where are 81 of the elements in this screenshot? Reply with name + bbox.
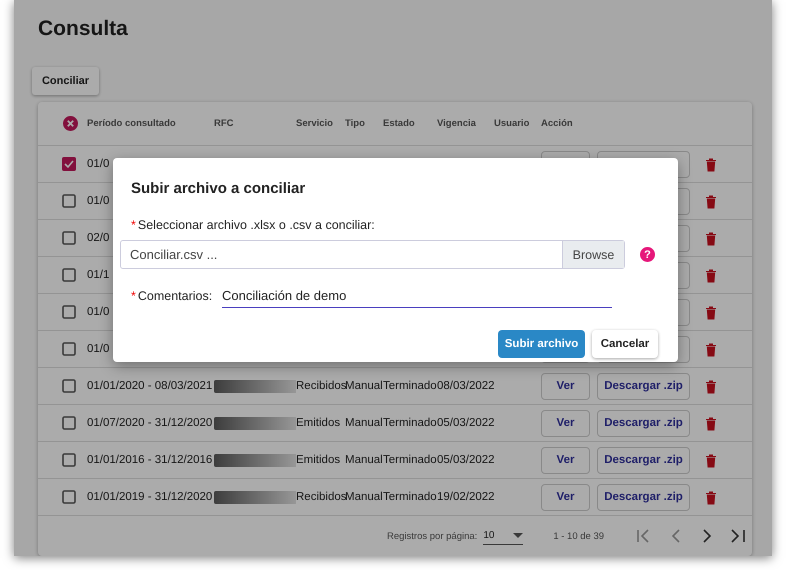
rows-per-page-select[interactable]: 10: [483, 528, 524, 544]
download-button[interactable]: Descargar .zip: [597, 372, 690, 400]
column-header: Acción: [541, 118, 574, 129]
table-cell-text: Emitidos: [296, 454, 342, 466]
table-cell-text: 01/01/2020 - 08/03/2021: [87, 380, 214, 392]
page-range: 1 - 10 de 39: [553, 530, 604, 542]
trash-icon[interactable]: [705, 342, 717, 356]
trash-icon[interactable]: [705, 416, 717, 430]
checkbox[interactable]: [62, 453, 76, 467]
download-button[interactable]: Descargar .zip: [597, 410, 690, 436]
column-header: Período consultado: [87, 118, 177, 129]
last-page-icon[interactable]: [729, 529, 748, 543]
column-header: Usuario: [494, 118, 530, 129]
trash-icon[interactable]: [705, 230, 717, 246]
trash-icon[interactable]: [705, 452, 717, 468]
file-input-field[interactable]: Conciliar.csv ... Browse: [120, 240, 625, 269]
table-cell: Recibidos: [296, 491, 345, 503]
checkbox[interactable]: [62, 416, 76, 430]
conciliar-button[interactable]: Conciliar: [32, 67, 99, 95]
download-button[interactable]: Descargar .zip: [597, 446, 690, 474]
table-cell-text: 02/0: [87, 232, 110, 244]
trash-icon[interactable]: [705, 304, 717, 320]
table-cell-text: 01/1: [87, 269, 110, 281]
browse-button[interactable]: Browse: [562, 241, 624, 268]
view-button[interactable]: Ver: [541, 372, 590, 400]
clear-selection-icon[interactable]: [63, 116, 78, 131]
table-cell: Terminado: [383, 491, 437, 503]
table-cell: Manual: [345, 380, 383, 392]
table-cell: Recibidos: [296, 380, 345, 392]
checkbox[interactable]: [62, 379, 76, 393]
trash-icon[interactable]: [705, 268, 717, 282]
rows-per-page-label: Registros por página:: [387, 530, 478, 542]
table-cell: Terminado: [383, 454, 437, 466]
column-header: RFC: [214, 118, 235, 129]
field-label: Seleccionar archivo .xlsx o .csv a conciliar:: [138, 218, 375, 232]
table-cell: 08/03/2022: [437, 380, 494, 392]
table-cell: Manual: [345, 491, 383, 503]
column-header: Tipo: [345, 118, 366, 129]
table-cell-text: 01/0: [87, 195, 110, 207]
trash-icon[interactable]: [705, 194, 717, 208]
caret-icon[interactable]: [513, 533, 524, 538]
download-button[interactable]: Descargar .zip: [597, 484, 690, 510]
field-label: Comentarios:: [138, 289, 212, 303]
trash-icon[interactable]: [705, 490, 717, 504]
view-button[interactable]: Ver: [541, 446, 590, 474]
comments-field[interactable]: Conciliación de demo: [222, 284, 612, 308]
checkbox[interactable]: [62, 305, 76, 319]
cancel-button[interactable]: Cancelar: [592, 330, 658, 358]
dialog-title: Subir archivo a conciliar: [131, 180, 306, 199]
trash-icon[interactable]: [705, 378, 717, 394]
column-header: Estado: [383, 118, 416, 129]
table-cell-text: Emitidos: [296, 417, 342, 429]
trash-icon[interactable]: [705, 156, 717, 172]
table-cell: Terminado: [383, 417, 437, 429]
table-cell-text: 01/01/2019 - 31/12/2020: [87, 491, 214, 503]
help-icon[interactable]: ?: [640, 247, 655, 262]
checkbox[interactable]: [62, 490, 76, 504]
view-button[interactable]: Ver: [541, 484, 590, 510]
upload-button[interactable]: Subir archivo: [498, 330, 585, 358]
required-mark: *: [131, 218, 136, 232]
checkbox[interactable]: [62, 342, 76, 356]
table-cell-text: 01/0: [87, 158, 110, 170]
checkbox[interactable]: [62, 194, 76, 208]
table-cell: 05/03/2022: [437, 417, 494, 429]
page-title: Consulta: [38, 17, 128, 41]
table-cell: 19/02/2022: [437, 491, 494, 503]
table-cell-text: 01/0: [87, 343, 110, 355]
table-cell: 05/03/2022: [437, 454, 494, 466]
column-header: Servicio: [296, 118, 334, 129]
table-cell: Manual: [345, 417, 383, 429]
table-cell: Terminado: [383, 380, 437, 392]
checkbox[interactable]: [62, 157, 76, 171]
required-mark: *: [131, 289, 136, 303]
checkbox[interactable]: [62, 231, 76, 245]
table-cell-text: 01/07/2020 - 31/12/2020: [87, 417, 214, 429]
view-button[interactable]: Ver: [541, 410, 590, 436]
table-cell-text: 01/01/2016 - 31/12/2016: [87, 454, 214, 466]
column-header: Vigencia: [437, 118, 477, 129]
table-cell-text: 01/0: [87, 306, 110, 318]
table-cell: Manual: [345, 454, 383, 466]
checkbox[interactable]: [62, 268, 76, 282]
